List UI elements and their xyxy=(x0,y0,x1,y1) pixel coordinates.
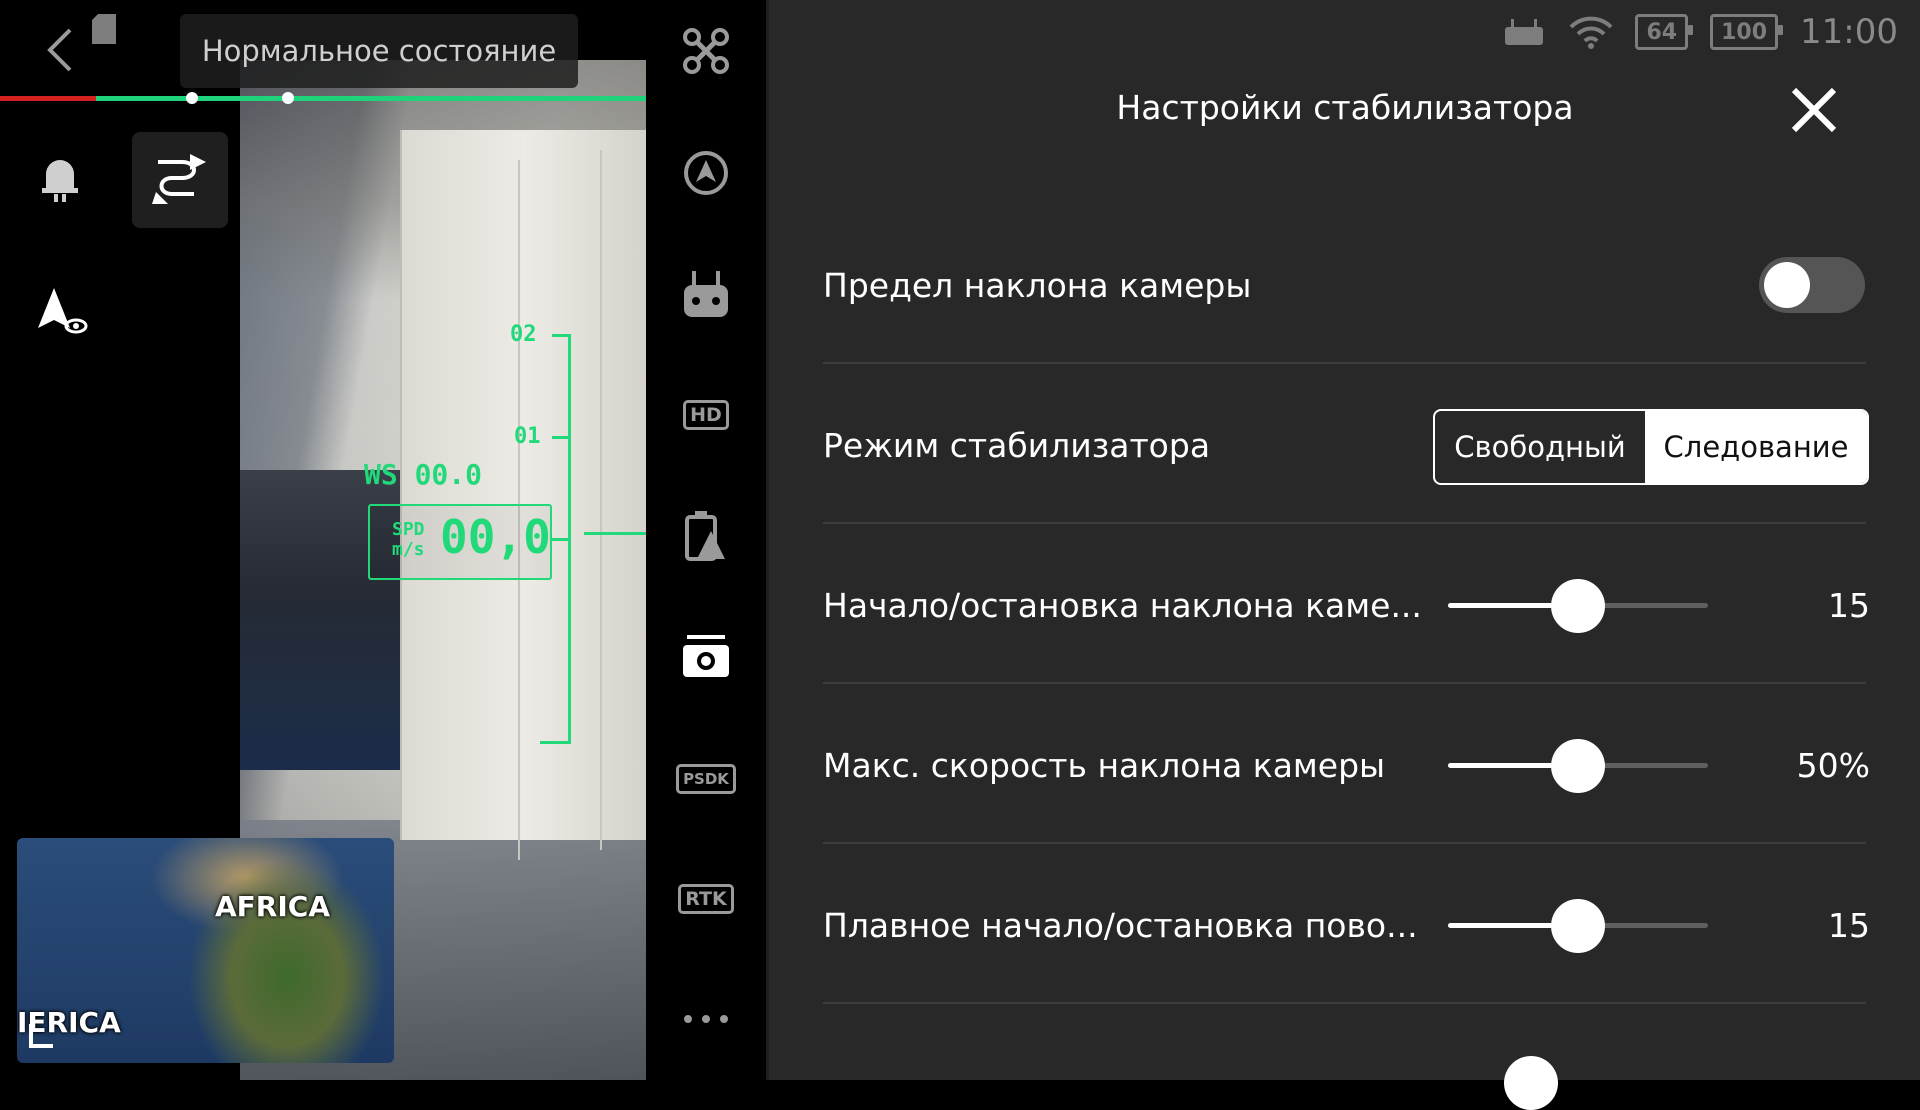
progress-marker xyxy=(282,92,294,104)
altitude-scale-tick xyxy=(552,538,568,541)
alarm-button[interactable] xyxy=(32,148,88,204)
map-expand-icon[interactable] xyxy=(27,1020,57,1050)
battery-icon xyxy=(685,511,725,561)
row-divider xyxy=(823,362,1866,364)
controller-battery-indicator: 100 xyxy=(1710,14,1783,50)
panel-title: Настройки стабилизатора xyxy=(1116,88,1574,127)
flight-route-mode-button[interactable] xyxy=(132,132,228,228)
flight-progress-warning-segment xyxy=(0,96,96,101)
aircraft-status-pill[interactable]: Нормальное состояние xyxy=(180,14,578,88)
clock: 11:00 xyxy=(1800,12,1898,52)
rtk-badge: RTK xyxy=(678,884,734,914)
toolbar-battery[interactable] xyxy=(646,500,766,570)
wifi-icon xyxy=(1570,16,1613,49)
route-icon xyxy=(152,154,206,204)
mini-map[interactable]: AFRICA IERICA xyxy=(17,838,394,1063)
bell-icon xyxy=(42,160,78,202)
row-divider xyxy=(823,842,1866,844)
controller-battery-level: 100 xyxy=(1721,19,1768,45)
gimbal-mode-label: Режим стабилизатора xyxy=(823,426,1211,465)
remote-controller-signal-icon xyxy=(1505,19,1544,45)
gimbal-mode-free-option[interactable]: Свободный xyxy=(1435,411,1645,483)
gimbal-mode-selector: Свободный Следование xyxy=(1433,409,1869,485)
panel-divider xyxy=(766,0,769,1080)
toolbar-remote-controller[interactable] xyxy=(646,260,766,330)
next-row-slider-knob[interactable] xyxy=(1504,1056,1558,1110)
toolbar-image-transmission[interactable]: HD xyxy=(646,380,766,450)
speed-label: SPD xyxy=(392,519,425,540)
chevron-left-icon xyxy=(47,28,72,72)
map-label-africa: AFRICA xyxy=(215,890,330,923)
aircraft-battery-indicator: 64 xyxy=(1635,14,1693,50)
speed-value: 00,0 xyxy=(440,510,551,564)
camera-feed-door-seam xyxy=(600,150,602,850)
tilt-max-speed-slider-knob[interactable] xyxy=(1551,739,1605,793)
altitude-scale-tick xyxy=(552,436,568,439)
gimbal-mode-follow-option[interactable]: Следование xyxy=(1645,411,1867,483)
navigation-eye-icon xyxy=(38,288,88,334)
altitude-scale-label: 01 xyxy=(514,424,541,449)
psdk-badge: PSDK xyxy=(676,764,736,794)
toolbar-camera[interactable] xyxy=(646,622,766,692)
progress-marker xyxy=(186,92,198,104)
toggle-knob[interactable] xyxy=(1764,262,1810,308)
yaw-smooth-label: Плавное начало/остановка пово... xyxy=(823,906,1418,945)
toolbar-more[interactable] xyxy=(646,984,766,1054)
flight-progress-bar xyxy=(0,96,646,101)
yaw-smooth-slider-knob[interactable] xyxy=(1551,899,1605,953)
wind-speed-readout: WS 00.0 xyxy=(364,458,483,491)
vision-button[interactable] xyxy=(32,282,92,342)
tilt-smooth-label: Начало/остановка наклона каме... xyxy=(823,586,1422,625)
back-button[interactable] xyxy=(30,20,90,80)
toolbar-gimbal[interactable] xyxy=(646,138,766,208)
more-icon xyxy=(684,1015,728,1023)
aircraft-battery-level: 64 xyxy=(1646,19,1678,45)
tilt-smooth-slider-knob[interactable] xyxy=(1551,579,1605,633)
yaw-smooth-value: 15 xyxy=(1828,906,1870,945)
toolbar-aircraft[interactable] xyxy=(646,16,766,86)
top-status-bar: 64 100 11:00 xyxy=(1500,10,1920,54)
remote-controller-icon xyxy=(684,271,728,317)
row-divider xyxy=(823,522,1866,524)
toolbar-psdk[interactable]: PSDK xyxy=(646,744,766,814)
tilt-max-speed-label: Макс. скорость наклона камеры xyxy=(823,746,1386,785)
tilt-limit-label: Предел наклона камеры xyxy=(823,266,1252,305)
close-icon[interactable] xyxy=(1786,82,1842,138)
row-divider xyxy=(823,682,1866,684)
speed-unit: m/s xyxy=(392,539,425,560)
tilt-smooth-value: 15 xyxy=(1828,586,1870,625)
aircraft-icon xyxy=(683,28,729,74)
altitude-scale-tick xyxy=(540,741,568,744)
speed-unit-label: SPD m/s xyxy=(392,520,425,560)
camera-icon xyxy=(683,635,729,677)
hud-horizon-line xyxy=(584,532,646,535)
row-divider xyxy=(823,1002,1866,1004)
altitude-scale-label: 02 xyxy=(510,322,537,347)
settings-toolbar: HD PSDK RTK xyxy=(646,0,766,1080)
gimbal-icon xyxy=(684,151,728,195)
hd-badge: HD xyxy=(683,400,729,430)
sd-card-icon xyxy=(92,14,116,44)
tilt-max-speed-value: 50% xyxy=(1796,746,1870,785)
altitude-scale-tick xyxy=(552,334,568,337)
toolbar-rtk[interactable]: RTK xyxy=(646,864,766,934)
aircraft-status-text: Нормальное состояние xyxy=(201,34,557,68)
altitude-scale xyxy=(568,334,571,744)
